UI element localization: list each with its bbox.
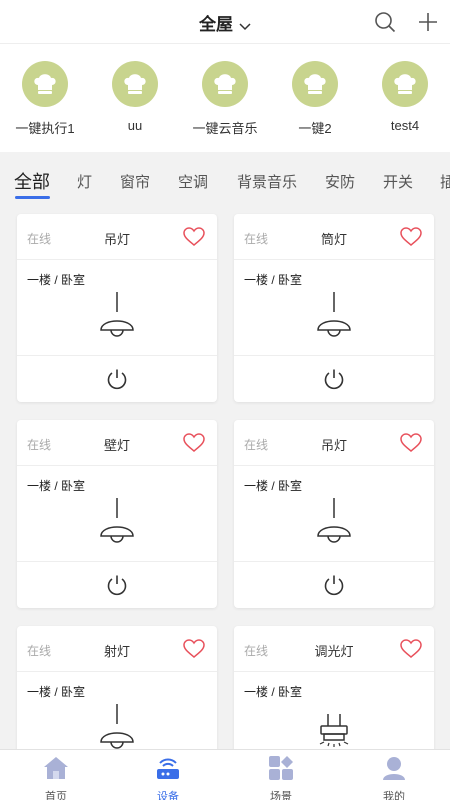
scene-shortcut[interactable]: uu [90,61,180,133]
nav-scene[interactable]: 场景 [225,755,337,800]
scene-label: uu [127,118,143,133]
home-selector-label: 全屋 [199,15,233,34]
tab-switch[interactable]: 开关 [383,171,413,192]
device-location: 一楼 / 卧室 [27,685,86,699]
power-button[interactable] [323,368,345,390]
chevron-down-icon [239,16,251,36]
device-card[interactable]: 在线 壁灯 一楼 / 卧室 [17,420,217,608]
add-icon[interactable] [417,11,439,33]
heart-icon[interactable] [183,433,205,453]
scene-icon [269,756,293,780]
nav-home[interactable]: 首页 [0,755,112,800]
device-card[interactable]: 在线 吊灯 一楼 / 卧室 [17,214,217,402]
nav-profile[interactable]: 我的 [338,755,450,800]
device-icon [157,758,179,779]
heart-icon[interactable] [183,639,205,659]
tab-curtain[interactable]: 窗帘 [120,171,150,192]
device-location: 一楼 / 卧室 [27,273,86,287]
power-button[interactable] [106,574,128,596]
top-bar: 全屋 [0,0,450,44]
scene-shortcut[interactable]: test4 [360,61,450,133]
bottom-nav: 首页 设备 场景 我的 [0,749,450,800]
chef-hat-icon [202,61,248,107]
pendant-lamp-icon [100,292,134,337]
pendant-lamp-icon [317,292,351,337]
active-tab-indicator [15,196,50,199]
device-location: 一楼 / 卧室 [244,273,303,287]
scene-label: test4 [390,118,420,133]
scene-label: 一键2 [298,121,332,136]
chef-hat-icon [22,61,68,107]
power-button[interactable] [106,368,128,390]
pendant-lamp-icon [317,498,351,543]
profile-icon [383,757,405,780]
device-card[interactable]: 在线 吊灯 一楼 / 卧室 [234,420,434,608]
tab-security[interactable]: 安防 [325,171,355,192]
tab-background-music[interactable]: 背景音乐 [237,171,297,192]
tab-light[interactable]: 灯 [77,171,92,192]
tab-socket[interactable]: 插 [440,171,450,192]
pendant-lamp-icon [100,498,134,543]
chef-hat-icon [382,61,428,107]
nav-profile-label: 我的 [383,791,405,800]
device-location: 一楼 / 卧室 [244,479,303,493]
scene-shortcut[interactable]: 一键云音乐 [180,61,270,137]
tab-all[interactable]: 全部 [14,168,50,194]
power-button[interactable] [323,574,345,596]
heart-icon[interactable] [400,639,422,659]
nav-device-label: 设备 [157,791,179,800]
chef-hat-icon [292,61,338,107]
scene-label: 一键执行1 [15,121,75,136]
home-icon [44,757,68,779]
scene-shortcut[interactable]: 一键执行1 [0,61,90,137]
search-icon[interactable] [374,11,396,33]
device-location: 一楼 / 卧室 [244,685,303,699]
nav-home-label: 首页 [45,791,67,800]
device-card[interactable]: 在线 筒灯 一楼 / 卧室 [234,214,434,402]
heart-icon[interactable] [183,227,205,247]
heart-icon[interactable] [400,227,422,247]
nav-scene-label: 场景 [270,791,292,800]
scene-shortcut[interactable]: 一键2 [270,61,360,137]
chef-hat-icon [112,61,158,107]
category-tabs: 全部 灯 窗帘 空调 背景音乐 安防 开关 插 [0,152,450,202]
nav-device[interactable]: 设备 [112,755,224,800]
device-location: 一楼 / 卧室 [27,479,86,493]
scene-shortcuts: 一键执行1 uu 一键云音乐 一键2 test4 [0,44,450,152]
tab-aircon[interactable]: 空调 [178,171,208,192]
scene-label: 一键云音乐 [192,121,258,136]
heart-icon[interactable] [400,433,422,453]
